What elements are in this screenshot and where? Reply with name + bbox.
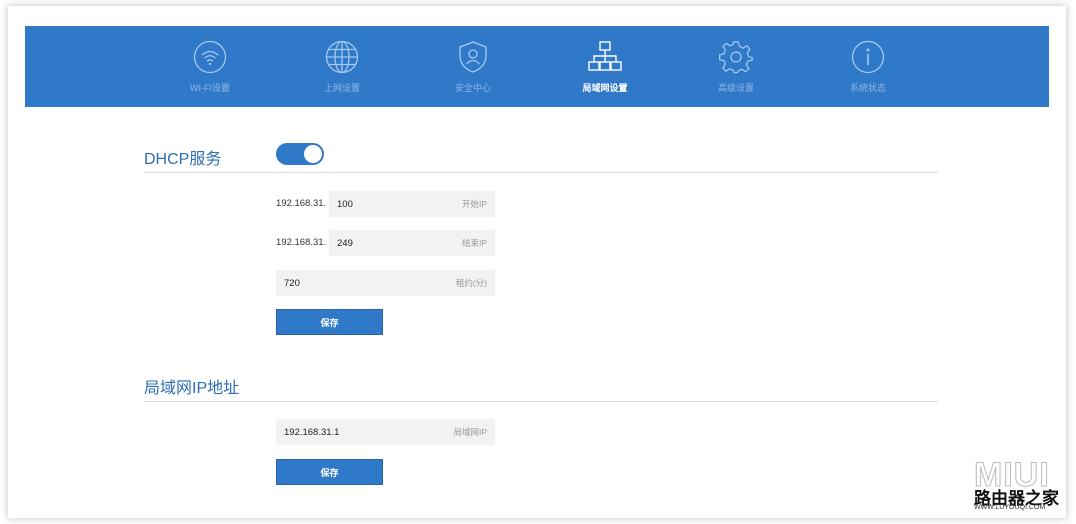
end-ip-prefix: 192.168.31. [276, 237, 327, 248]
start-ip-prefix: 192.168.31. [276, 198, 327, 209]
nav-label: 高级设置 [717, 83, 754, 93]
top-nav: WI-FI设置 上网设置 安全中心 局域网设置 高级设置 系统状态 [25, 26, 1049, 107]
nav-label: 上网设置 [323, 83, 360, 93]
network-icon [588, 41, 622, 71]
end-ip-value: 249 [337, 237, 353, 249]
lan-save-button[interactable]: 保存 [276, 459, 383, 485]
lan-ip-hint: 局域网IP [453, 427, 487, 437]
dhcp-save-button[interactable]: 保存 [276, 309, 383, 335]
nav-tab-advanced[interactable]: 高级设置 [686, 40, 786, 102]
lan-ip-input[interactable]: 192.168.31.1 局域网IP [276, 419, 495, 445]
nav-label: 系统状态 [849, 83, 886, 93]
end-ip-input[interactable]: 249 结束IP [329, 230, 495, 256]
lease-time-input[interactable]: 720 租约(分) [276, 270, 495, 296]
lan-divider [144, 401, 938, 402]
watermark-logo: MIUI 路由器之家 WWW.LUYOUQI.COM [970, 456, 1070, 520]
end-ip-hint: 结束IP [461, 238, 487, 248]
dhcp-divider [144, 172, 938, 173]
lease-time-hint: 租约(分) [455, 278, 487, 288]
nav-label: 局域网设置 [582, 83, 628, 93]
nav-tab-wifi[interactable]: WI-FI设置 [160, 40, 260, 102]
start-ip-input[interactable]: 100 开始IP [329, 191, 495, 217]
lan-ip-value: 192.168.31.1 [284, 426, 340, 438]
shield-user-icon [459, 41, 487, 73]
nav-label: 安全中心 [454, 83, 491, 93]
nav-tab-security[interactable]: 安全中心 [423, 40, 523, 102]
info-icon [851, 40, 885, 74]
nav-label: WI-FI设置 [190, 83, 230, 93]
gear-icon [719, 41, 753, 74]
lan-section-title: 局域网IP地址 [144, 380, 240, 397]
toggle-knob [304, 145, 322, 163]
nav-tab-lan[interactable]: 局域网设置 [555, 40, 655, 102]
globe-icon [325, 40, 359, 74]
dhcp-section-title: DHCP服务 [144, 151, 222, 168]
nav-tab-status[interactable]: 系统状态 [818, 40, 918, 102]
dhcp-toggle[interactable] [276, 143, 324, 165]
nav-tab-internet[interactable]: 上网设置 [292, 40, 392, 102]
wifi-icon [193, 40, 227, 74]
start-ip-value: 100 [337, 198, 353, 210]
start-ip-hint: 开始IP [461, 199, 487, 209]
lease-time-value: 720 [284, 277, 300, 289]
watermark-sub: WWW.LUYOUQI.COM [974, 504, 1046, 511]
